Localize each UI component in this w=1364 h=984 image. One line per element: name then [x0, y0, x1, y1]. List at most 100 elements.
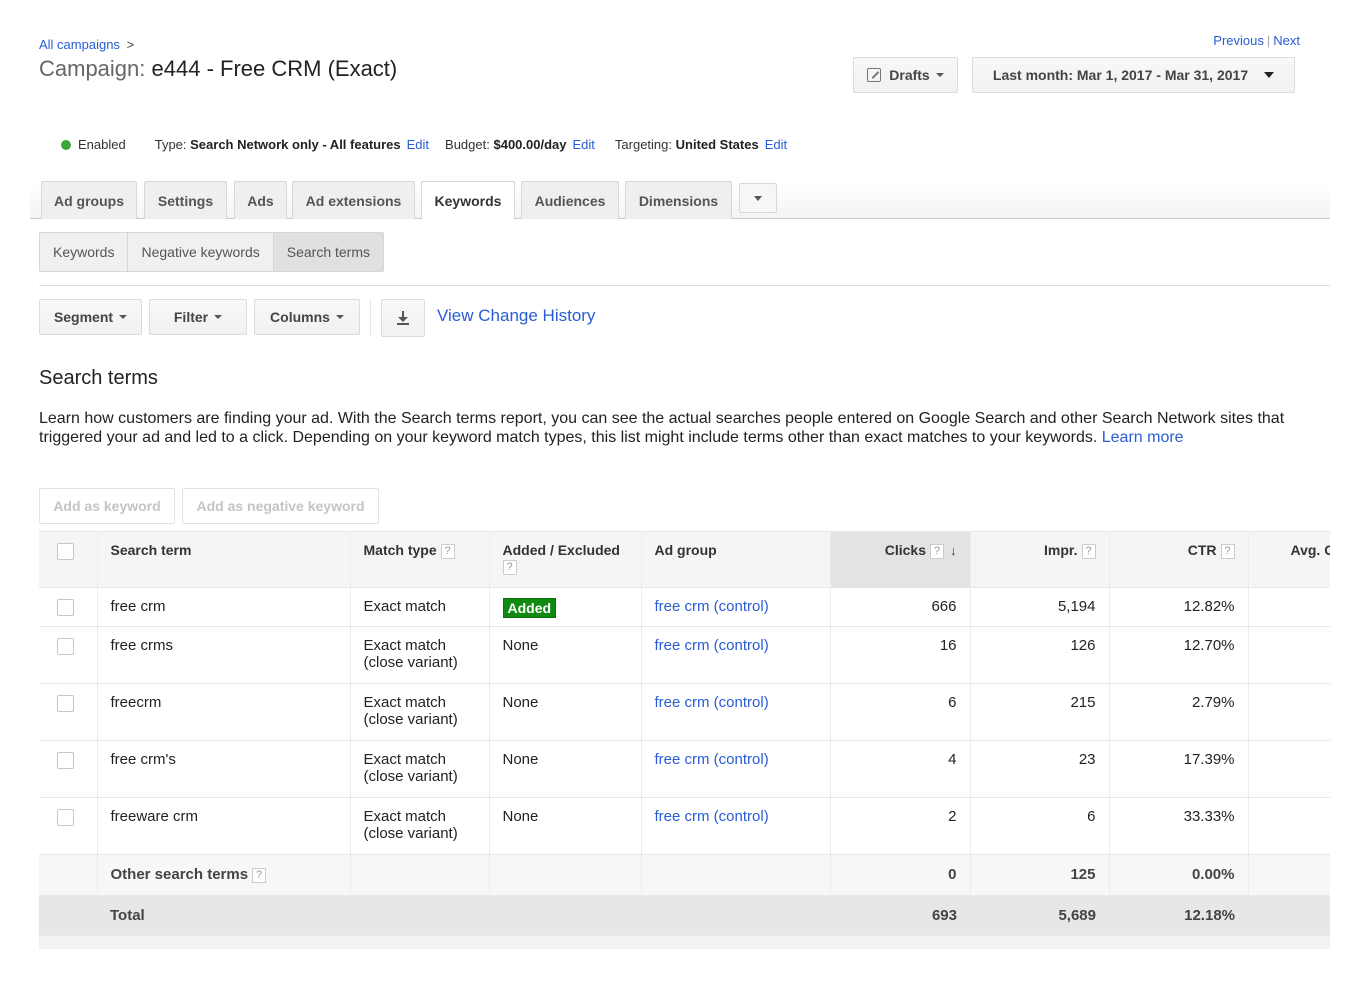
added-excluded-cell: None	[489, 626, 642, 684]
help-icon[interactable]: ?	[252, 868, 267, 883]
edit-targeting-link[interactable]: Edit	[765, 137, 787, 152]
match-type-cell: Exact match (close variant)	[350, 740, 490, 798]
budget-value: $400.00/day	[493, 137, 567, 152]
previous-link[interactable]: Previous	[1213, 33, 1264, 48]
help-icon[interactable]: ?	[440, 544, 455, 559]
clicks-cell: 16	[830, 626, 971, 684]
table-row: freecrm Exact match (close variant) None …	[39, 683, 1330, 741]
tab-dimensions[interactable]: Dimensions	[625, 181, 732, 219]
header-label: CTR	[1187, 542, 1217, 558]
download-button[interactable]	[381, 299, 425, 337]
edit-budget-link[interactable]: Edit	[573, 137, 595, 152]
match-type-cell: Exact match (close variant)	[350, 626, 490, 684]
ctr-cell: 2.79%	[1109, 683, 1249, 741]
ad-group-link[interactable]: free crm (control)	[655, 598, 769, 615]
other-impressions-cell: 125	[970, 854, 1110, 896]
clicks-cell: 6	[830, 683, 971, 741]
add-as-keyword-button[interactable]: Add as keyword	[39, 488, 175, 524]
header-added-excluded[interactable]: Added / Excluded?	[489, 531, 642, 588]
tab-ad-extensions[interactable]: Ad extensions	[292, 181, 415, 219]
more-tabs-button[interactable]	[739, 183, 777, 213]
subtab-search-terms[interactable]: Search terms	[273, 233, 383, 271]
header-match-type[interactable]: Match type?	[350, 531, 490, 588]
sort-descending-icon: ↓	[950, 543, 957, 558]
toolbar-divider	[370, 299, 371, 335]
ad-group-link[interactable]: free crm (control)	[655, 751, 769, 768]
edit-type-link[interactable]: Edit	[407, 137, 429, 152]
help-icon[interactable]: ?	[1220, 544, 1235, 559]
avg-cpc-cell: $	[1248, 683, 1330, 741]
match-type: Exact match	[363, 637, 447, 654]
columns-button[interactable]: Columns	[254, 299, 360, 335]
ad-group-cell: free crm (control)	[641, 587, 831, 627]
ad-group-link[interactable]: free crm (control)	[655, 694, 769, 711]
view-change-history-link[interactable]: View Change History	[437, 306, 595, 326]
impressions-cell: 5,194	[970, 587, 1110, 627]
other-label-text: Other search terms	[110, 866, 249, 883]
breadcrumb: All campaigns >	[39, 37, 134, 52]
empty-cell	[489, 854, 642, 896]
search-term-cell: free crms	[97, 626, 351, 684]
help-icon[interactable]: ?	[930, 544, 944, 559]
filter-button[interactable]: Filter	[149, 299, 247, 335]
empty-cell	[39, 854, 98, 896]
footer-cell	[39, 935, 1330, 949]
row-checkbox[interactable]	[57, 638, 74, 655]
other-search-terms-row: Other search terms? 0 125 0.00%	[39, 854, 1330, 896]
header-avg-cpc[interactable]: Avg. C	[1248, 531, 1330, 588]
row-checkbox[interactable]	[57, 809, 74, 826]
header-clicks[interactable]: Clicks? ↓	[830, 531, 971, 588]
ad-group-link[interactable]: free crm (control)	[655, 637, 769, 654]
status-text: Enabled	[78, 137, 126, 152]
tab-ads[interactable]: Ads	[234, 181, 287, 219]
targeting-label: Targeting:	[614, 137, 672, 152]
other-search-terms-label: Other search terms?	[97, 854, 351, 896]
total-row: Total 6935,68912.18%$	[39, 895, 1330, 936]
impressions-cell: 6	[970, 797, 1110, 855]
sub-tabs: Keywords Negative keywords Search terms	[39, 232, 384, 272]
match-type: Exact match	[363, 598, 447, 615]
subtab-negative-keywords[interactable]: Negative keywords	[128, 233, 274, 271]
select-all-checkbox[interactable]	[57, 543, 74, 560]
header-ctr[interactable]: CTR?	[1109, 531, 1249, 588]
date-range-picker[interactable]: Last month: Mar 1, 2017 - Mar 31, 2017	[972, 57, 1295, 93]
clicks-cell: 666	[830, 587, 971, 627]
breadcrumb-all-campaigns-link[interactable]: All campaigns	[39, 37, 120, 52]
chevron-down-icon	[214, 315, 223, 319]
ad-group-link[interactable]: free crm (control)	[655, 808, 769, 825]
tab-audiences[interactable]: Audiences	[521, 181, 619, 219]
learn-more-link[interactable]: Learn more	[1102, 429, 1184, 446]
added-status: None	[502, 694, 539, 711]
header-ad-group[interactable]: Ad group	[641, 531, 831, 588]
help-icon[interactable]: ?	[502, 560, 517, 575]
type-value: Search Network only - All features	[190, 137, 401, 152]
ad-group-cell: free crm (control)	[641, 626, 831, 684]
next-link[interactable]: Next	[1273, 33, 1300, 48]
match-type-variant: (close variant)	[363, 711, 458, 728]
add-as-negative-keyword-button[interactable]: Add as negative keyword	[182, 488, 379, 524]
row-checkbox[interactable]	[57, 599, 74, 616]
added-status: None	[502, 637, 539, 654]
segment-button[interactable]: Segment	[39, 299, 142, 335]
header-label: Clicks	[884, 542, 926, 558]
help-icon[interactable]: ?	[1081, 544, 1096, 559]
header-label: Impr.	[1044, 542, 1078, 558]
added-status: None	[502, 751, 539, 768]
type-label: Type:	[154, 137, 187, 152]
header-label: Search term	[110, 542, 192, 558]
row-checkbox[interactable]	[57, 752, 74, 769]
subtab-keywords[interactable]: Keywords	[40, 233, 129, 271]
drafts-button[interactable]: Drafts	[853, 57, 958, 93]
other-ctr-cell: 0.00%	[1109, 854, 1249, 896]
header-search-term[interactable]: Search term	[97, 531, 351, 588]
match-type: Exact match	[363, 751, 447, 768]
total-avg-cpc-cell: $	[1248, 895, 1330, 936]
targeting-value: United States	[675, 137, 759, 152]
tab-settings[interactable]: Settings	[144, 181, 227, 219]
title-prefix: Campaign:	[39, 56, 146, 81]
row-checkbox[interactable]	[57, 695, 74, 712]
tab-keywords[interactable]: Keywords	[421, 181, 515, 220]
search-term-cell: freecrm	[97, 683, 351, 741]
tab-ad-groups[interactable]: Ad groups	[41, 181, 137, 219]
header-impressions[interactable]: Impr.?	[970, 531, 1110, 588]
